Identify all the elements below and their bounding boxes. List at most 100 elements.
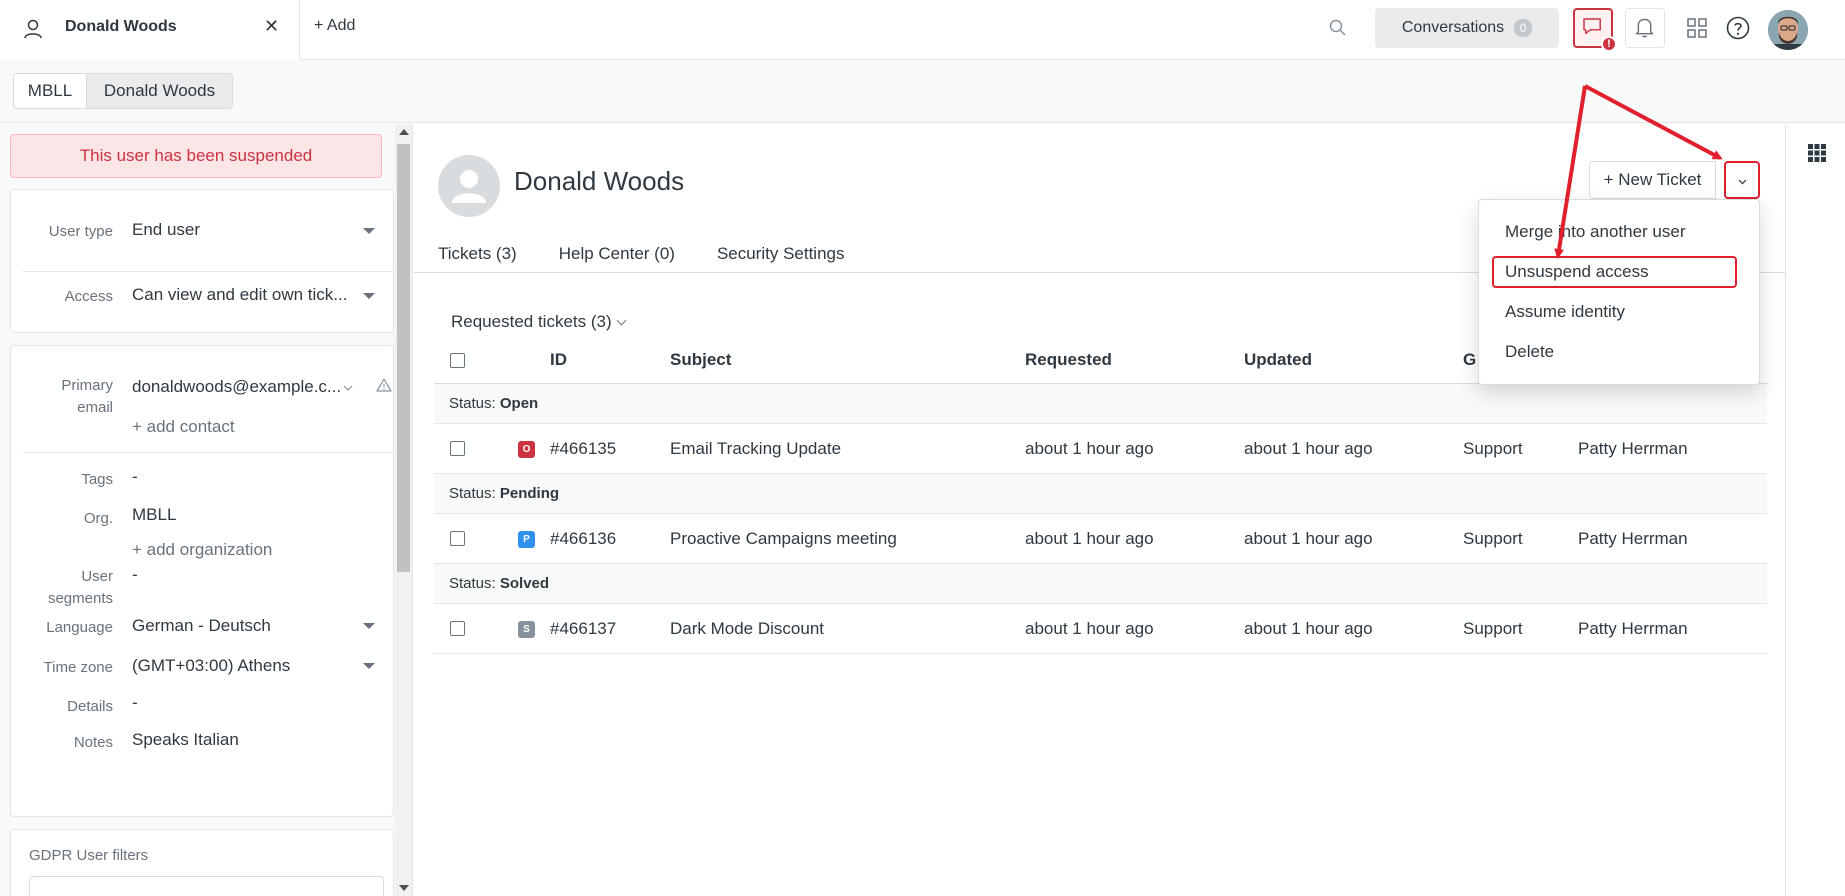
status-badge: P xyxy=(518,531,535,548)
gdpr-card: GDPR User filters xyxy=(10,829,394,896)
status-group-label: Status: Solved xyxy=(449,575,549,592)
scroll-up-arrow-icon[interactable] xyxy=(399,129,409,135)
select-all-checkbox[interactable] xyxy=(450,353,465,368)
requested-tickets-title: Requested tickets (3) xyxy=(451,312,612,331)
tags-value[interactable]: - xyxy=(132,467,138,487)
status-name: Open xyxy=(499,395,539,412)
menu-item-assume-identity[interactable]: Assume identity xyxy=(1505,302,1625,322)
user-segments-label-line2: segments xyxy=(47,590,113,607)
user-details-card: Primary email donaldwoods@example.c... + … xyxy=(10,345,394,817)
ticket-id[interactable]: #466136 xyxy=(550,529,616,549)
status-group-pending: Status: Pending xyxy=(434,474,1767,514)
gdpr-filter-input[interactable] xyxy=(29,876,384,896)
language-label: Language xyxy=(46,619,113,636)
ticket-updated: about 1 hour ago xyxy=(1244,439,1373,458)
help-icon[interactable] xyxy=(1725,15,1751,41)
avatar[interactable] xyxy=(1768,10,1808,50)
tab-security-settings[interactable]: Security Settings xyxy=(717,244,845,274)
breadcrumb-user[interactable]: Donald Woods xyxy=(86,73,233,109)
ticket-subject[interactable]: Email Tracking Update xyxy=(670,439,841,459)
notes-value[interactable]: Speaks Italian xyxy=(132,730,239,750)
conversations-button[interactable]: Conversations 0 xyxy=(1375,8,1559,48)
ticket-group: Support xyxy=(1463,439,1523,458)
menu-item-merge[interactable]: Merge into another user xyxy=(1505,222,1686,242)
warning-icon xyxy=(376,378,392,392)
tab-help-center[interactable]: Help Center (0) xyxy=(559,244,675,274)
ticket-subject[interactable]: Dark Mode Discount xyxy=(670,619,824,639)
user-segments-label: User segments xyxy=(48,566,113,610)
default-avatar-icon xyxy=(452,170,486,203)
menu-item-delete[interactable]: Delete xyxy=(1505,342,1554,362)
breadcrumb: MBLL Donald Woods xyxy=(0,60,1845,123)
ticket-id[interactable]: #466135 xyxy=(550,439,616,459)
row-checkbox[interactable] xyxy=(450,441,465,456)
search-icon[interactable] xyxy=(1327,17,1349,39)
add-tab-button[interactable]: + Add xyxy=(314,17,355,35)
user-sidebar: This user has been suspended User type E… xyxy=(0,124,413,896)
tab-label: Donald Woods xyxy=(65,18,177,35)
status-badge: S xyxy=(518,621,535,638)
column-updated[interactable]: Updated xyxy=(1244,350,1312,370)
column-id[interactable]: ID xyxy=(550,350,567,370)
scroll-down-arrow-icon[interactable] xyxy=(399,885,409,891)
suspended-notice: This user has been suspended xyxy=(10,134,382,178)
user-tabs: Tickets (3) Help Center (0) Security Set… xyxy=(438,244,845,274)
table-row[interactable]: O #466135 Email Tracking Update about 1 … xyxy=(434,424,1767,474)
status-prefix: Status: xyxy=(449,575,500,592)
status-group-label: Status: Open xyxy=(449,395,538,412)
chevron-down-icon[interactable] xyxy=(342,382,354,394)
ticket-assignee: Patty Herrman xyxy=(1578,439,1688,458)
add-tab-label: Add xyxy=(326,17,356,34)
add-organization-link[interactable]: + add organization xyxy=(132,540,272,560)
ticket-group: Support xyxy=(1463,619,1523,638)
close-icon[interactable]: ✕ xyxy=(264,16,279,37)
sidebar-scrollbar[interactable] xyxy=(395,124,412,896)
notes-label: Notes xyxy=(73,734,113,751)
row-checkbox[interactable] xyxy=(450,621,465,636)
apps-grid-icon[interactable] xyxy=(1807,143,1827,163)
more-actions-button[interactable] xyxy=(1724,161,1760,199)
chevron-down-icon xyxy=(616,315,627,326)
user-type-select[interactable]: End user xyxy=(132,220,200,240)
column-group[interactable]: G xyxy=(1463,350,1476,370)
tab-tickets[interactable]: Tickets (3) xyxy=(438,244,517,274)
row-checkbox[interactable] xyxy=(450,531,465,546)
ticket-requested: about 1 hour ago xyxy=(1025,529,1154,548)
user-avatar xyxy=(438,155,500,217)
user-segments-label-line1: User xyxy=(81,568,113,585)
requested-tickets-toggle[interactable]: Requested tickets (3) xyxy=(451,312,627,332)
ticket-requested: about 1 hour ago xyxy=(1025,439,1154,458)
details-value[interactable]: - xyxy=(132,693,138,713)
apps-grid-icon[interactable] xyxy=(1686,17,1708,39)
table-row[interactable]: P #466136 Proactive Campaigns meeting ab… xyxy=(434,514,1767,564)
org-value[interactable]: MBLL xyxy=(132,505,176,525)
ticket-group: Support xyxy=(1463,529,1523,548)
scroll-thumb[interactable] xyxy=(397,144,410,572)
access-select[interactable]: Can view and edit own tick... xyxy=(132,285,347,305)
top-bar: Donald Woods ✕ + Add Conversations 0 ! xyxy=(0,0,1845,60)
notifications-button[interactable] xyxy=(1625,8,1665,48)
status-prefix: Status: xyxy=(449,485,500,502)
right-rail xyxy=(1785,124,1845,896)
language-select[interactable]: German - Deutsch xyxy=(132,616,271,636)
ticket-id[interactable]: #466137 xyxy=(550,619,616,639)
timezone-select[interactable]: (GMT+03:00) Athens xyxy=(132,656,290,676)
unsuspend-highlight-box xyxy=(1492,256,1737,288)
status-badge: O xyxy=(518,441,535,458)
new-ticket-button[interactable]: + New Ticket xyxy=(1589,161,1716,199)
user-actions-menu: Merge into another user Unsuspend access… xyxy=(1478,199,1760,385)
add-contact-link[interactable]: + add contact xyxy=(132,417,235,437)
primary-email-value[interactable]: donaldwoods@example.c... xyxy=(132,377,341,397)
column-requested[interactable]: Requested xyxy=(1025,350,1112,370)
table-row[interactable]: S #466137 Dark Mode Discount about 1 hou… xyxy=(434,604,1767,654)
column-subject[interactable]: Subject xyxy=(670,350,731,370)
ticket-requested: about 1 hour ago xyxy=(1025,619,1154,638)
ticket-updated: about 1 hour ago xyxy=(1244,529,1373,548)
profile-photo xyxy=(1768,10,1808,50)
chat-button[interactable]: ! xyxy=(1573,8,1617,52)
page-title: Donald Woods xyxy=(514,166,685,196)
ticket-subject[interactable]: Proactive Campaigns meeting xyxy=(670,529,897,549)
tab-user-donald-woods[interactable]: Donald Woods ✕ xyxy=(0,0,300,60)
breadcrumb-org[interactable]: MBLL xyxy=(13,73,87,109)
org-label: Org. xyxy=(83,510,113,527)
